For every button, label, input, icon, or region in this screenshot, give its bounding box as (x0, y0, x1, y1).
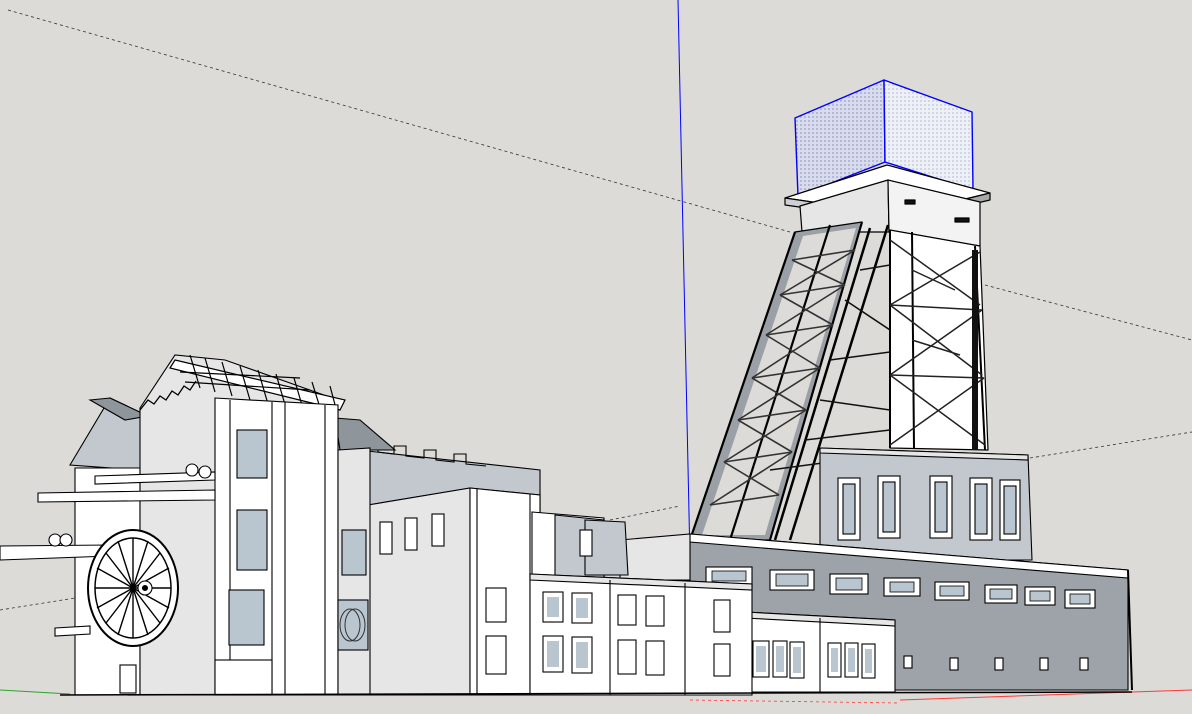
red-axis-dashed (689, 699, 901, 704)
winding-wheel[interactable] (87, 529, 179, 647)
modeling-viewport[interactable] (0, 0, 1192, 714)
blue-axis (677, 0, 691, 561)
left-buildings[interactable] (0, 354, 397, 696)
green-axis (0, 689, 71, 695)
scene-canvas[interactable] (0, 0, 1192, 714)
